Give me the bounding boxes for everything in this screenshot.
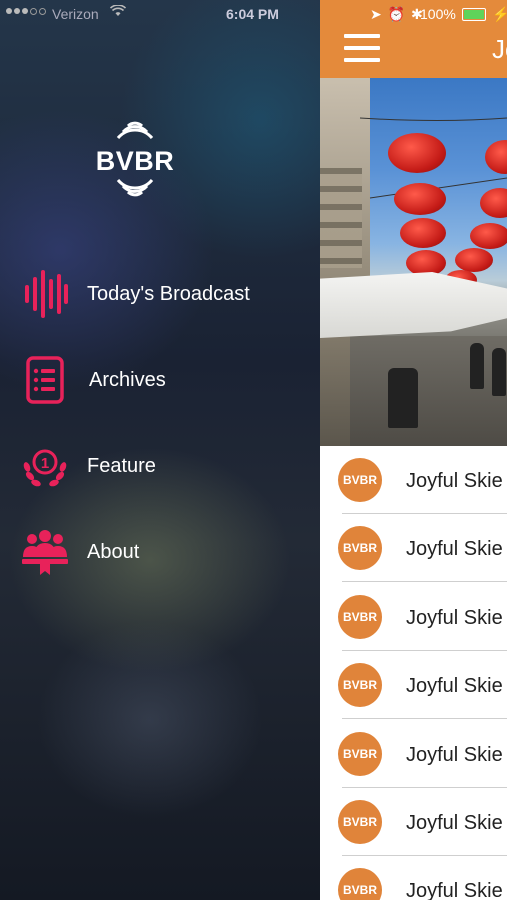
list-item-title: Joyful Skie xyxy=(406,675,503,697)
list-item-title: Joyful Skie xyxy=(406,607,503,629)
lantern xyxy=(400,218,446,248)
hero-person xyxy=(388,368,418,428)
row-divider xyxy=(342,581,507,582)
list-item-title: Joyful Skie xyxy=(406,470,503,492)
battery-percent: 100% xyxy=(420,6,456,22)
status-bar-right: ➤ ⏰ ✱ 100% ⚡ xyxy=(320,4,507,24)
lantern xyxy=(455,248,493,272)
lantern xyxy=(388,133,446,173)
status-icons: ➤ ⏰ ✱ xyxy=(370,6,424,23)
bvbr-avatar-icon: BVBR xyxy=(338,868,382,900)
bvbr-avatar-icon: BVBR xyxy=(338,732,382,776)
signal-strength-icon xyxy=(6,8,46,15)
hero-image xyxy=(320,78,507,446)
alarm-clock-icon: ⏰ xyxy=(387,6,407,22)
row-divider xyxy=(342,718,507,719)
bvbr-avatar-icon: BVBR xyxy=(338,663,382,707)
page-title: Jo xyxy=(492,34,507,64)
carrier-name: Verizon xyxy=(52,6,99,22)
list-item-title: Joyful Skie xyxy=(406,880,503,900)
list-item-title: Joyful Skie xyxy=(406,538,503,560)
list-item-title: Joyful Skie xyxy=(406,812,503,834)
avatar-text: BVBR xyxy=(342,473,377,487)
bvbr-avatar-icon: BVBR xyxy=(338,800,382,844)
lantern xyxy=(406,250,446,276)
list-item[interactable]: BVBR Joyful Skie xyxy=(320,651,507,719)
lantern xyxy=(470,223,507,249)
avatar-text: BVBR xyxy=(342,883,377,897)
menu-item-archives[interactable]: Archives xyxy=(0,350,320,410)
wifi-icon xyxy=(109,4,127,20)
logo-text: BVBR xyxy=(95,146,175,176)
soundwave-icon xyxy=(20,268,70,320)
document-list-icon xyxy=(20,354,70,406)
avatar-text: BVBR xyxy=(342,541,377,555)
lantern xyxy=(394,183,446,215)
menu-hamburger-icon[interactable] xyxy=(344,34,380,64)
side-drawer: Verizon 6:04 PM BVBR Today's Broadcast A… xyxy=(0,0,320,900)
nav-bar: ➤ ⏰ ✱ 100% ⚡ Jo xyxy=(320,0,507,78)
list-item-title: Joyful Skie xyxy=(406,744,503,766)
hero-person xyxy=(492,348,506,396)
status-time: 6:04 PM xyxy=(226,6,279,22)
bvbr-avatar-icon: BVBR xyxy=(338,526,382,570)
bvbr-avatar-icon: BVBR xyxy=(338,595,382,639)
location-arrow-icon: ➤ xyxy=(370,6,383,22)
avatar-text: BVBR xyxy=(342,815,377,829)
status-bar-left: Verizon 6:04 PM xyxy=(0,0,320,28)
avatar-text: BVBR xyxy=(342,678,377,692)
charging-bolt-icon: ⚡ xyxy=(492,6,507,22)
avatar-text: BVBR xyxy=(342,747,377,761)
battery-icon xyxy=(462,8,486,21)
menu-label-feature: Feature xyxy=(87,454,156,477)
list-item[interactable]: BVBR Joyful Skie xyxy=(320,788,507,856)
laurel-number-one-icon: 1 xyxy=(20,440,70,492)
list-item[interactable]: BVBR Joyful Skie xyxy=(320,856,507,900)
menu-label-about: About xyxy=(87,540,140,563)
svg-text:1: 1 xyxy=(41,455,49,472)
menu-label-todays-broadcast: Today's Broadcast xyxy=(87,282,250,305)
menu-label-archives: Archives xyxy=(89,368,166,391)
app-logo: BVBR xyxy=(90,120,180,198)
hero-person xyxy=(470,343,484,389)
group-people-icon xyxy=(20,526,70,578)
avatar-text: BVBR xyxy=(342,610,377,624)
list-item[interactable]: BVBR Joyful Skie xyxy=(320,514,507,582)
main-content: ➤ ⏰ ✱ 100% ⚡ Jo xyxy=(320,0,507,900)
list-item[interactable]: BVBR Joyful Skie xyxy=(320,446,507,514)
menu-item-feature[interactable]: 1 Feature xyxy=(0,436,320,496)
menu-item-about[interactable]: About xyxy=(0,522,320,582)
list-item[interactable]: BVBR Joyful Skie xyxy=(320,583,507,651)
list-item[interactable]: BVBR Joyful Skie xyxy=(320,720,507,788)
bvbr-avatar-icon: BVBR xyxy=(338,458,382,502)
menu-item-todays-broadcast[interactable]: Today's Broadcast xyxy=(0,264,320,324)
